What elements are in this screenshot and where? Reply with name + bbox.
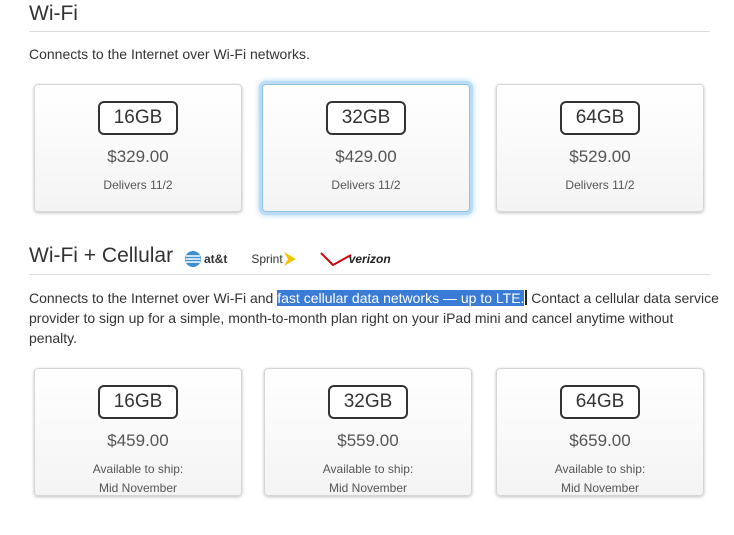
ship-value: Mid November xyxy=(328,481,408,495)
delivery-info: Delivers 11/2 xyxy=(331,178,401,192)
selected-text-highlight[interactable]: fast cellular data networks — up to LTE. xyxy=(277,290,525,306)
att-logo-text: at&t xyxy=(204,252,228,266)
wifi-section-title: Wi-Fi xyxy=(29,2,78,25)
wifi-16gb-option[interactable]: 16GB $329.00 Delivers 11/2 xyxy=(34,84,242,212)
verizon-logo: verizon xyxy=(319,249,391,269)
verizon-check-icon xyxy=(319,252,352,267)
shipping-info: Available to ship: Mid November xyxy=(265,460,471,498)
verizon-logo-text: verizon xyxy=(348,252,391,266)
shipping-info: Available to ship: Mid November xyxy=(35,460,241,498)
price: $659.00 xyxy=(569,431,631,450)
cellular-16gb-option[interactable]: 16GB $459.00 Available to ship: Mid Nove… xyxy=(34,368,242,496)
cellular-section-title: Wi-Fi + Cellular xyxy=(29,244,174,267)
cellular-32gb-option[interactable]: 32GB $559.00 Available to ship: Mid Nove… xyxy=(264,368,472,496)
capacity-label: 64GB xyxy=(560,101,640,135)
sprint-logo: Sprint xyxy=(251,250,296,268)
description-text: Connects to the Internet over Wi-Fi and xyxy=(29,290,278,306)
ship-value: Mid November xyxy=(98,481,178,495)
capacity-label: 32GB xyxy=(326,101,406,135)
delivery-info: Delivers 11/2 xyxy=(565,178,635,192)
sprint-wing-icon xyxy=(283,252,296,266)
wifi-description: Connects to the Internet over Wi-Fi netw… xyxy=(29,46,310,62)
price: $529.00 xyxy=(569,147,631,166)
price: $459.00 xyxy=(107,431,169,450)
capacity-label: 64GB xyxy=(560,385,640,419)
sprint-logo-text: Sprint xyxy=(251,252,283,266)
wifi-divider xyxy=(29,31,710,32)
delivery-info: Delivers 11/2 xyxy=(103,178,173,192)
capacity-label: 32GB xyxy=(328,385,408,419)
cellular-description: Connects to the Internet over Wi-Fi and … xyxy=(29,288,719,348)
carrier-logos: at&t Sprint verizon xyxy=(184,248,391,270)
ship-label: Available to ship: xyxy=(322,462,414,476)
ship-label: Available to ship: xyxy=(554,462,646,476)
shipping-info: Available to ship: Mid November xyxy=(497,460,703,498)
capacity-label: 16GB xyxy=(98,101,178,135)
att-logo: at&t xyxy=(184,250,227,268)
cellular-divider xyxy=(29,274,710,275)
att-globe-icon xyxy=(185,251,201,267)
ship-label: Available to ship: xyxy=(92,462,184,476)
ship-value: Mid November xyxy=(560,481,640,495)
price: $559.00 xyxy=(337,431,399,450)
cellular-64gb-option[interactable]: 64GB $659.00 Available to ship: Mid Nove… xyxy=(496,368,704,496)
price: $329.00 xyxy=(107,147,169,166)
price: $429.00 xyxy=(335,147,397,166)
wifi-32gb-option[interactable]: 32GB $429.00 Delivers 11/2 xyxy=(262,84,470,212)
capacity-label: 16GB xyxy=(98,385,178,419)
wifi-64gb-option[interactable]: 64GB $529.00 Delivers 11/2 xyxy=(496,84,704,212)
